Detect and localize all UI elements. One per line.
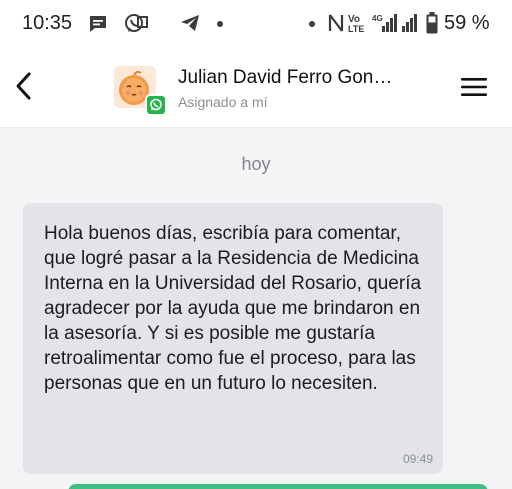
whatsapp-channel-badge: [145, 94, 167, 116]
hamburger-menu-icon: [461, 78, 487, 96]
battery-icon: [426, 12, 438, 34]
volte-icon: Vo LTE: [348, 14, 364, 34]
telegram-icon: [181, 15, 199, 31]
status-bar: 10:35 Vo LTE 4G 59 %: [0, 0, 512, 48]
message-icon: [90, 16, 106, 32]
date-divider: hoy: [241, 154, 271, 174]
signal-icon: 4G: [372, 14, 417, 32]
dot-icon: [217, 21, 223, 27]
message-timestamp: 09:49: [402, 452, 433, 466]
whatsapp-icon: [125, 14, 148, 32]
nfc-icon: [328, 14, 344, 32]
back-button[interactable]: [8, 66, 38, 106]
status-time: 10:35: [22, 12, 73, 34]
menu-button[interactable]: [456, 70, 492, 104]
assigned-status: Asignado a mí: [178, 94, 268, 110]
battery-percentage: 59 %: [444, 12, 490, 34]
chevron-left-icon: [16, 72, 31, 100]
svg-text:LTE: LTE: [348, 24, 364, 34]
message-text: Hola buenos días, escribía para comentar…: [44, 223, 422, 394]
dot-icon: [309, 21, 315, 27]
conversation-header: Julian David Ferro Gon… Asignado a mí: [0, 48, 512, 128]
svg-text:4G: 4G: [372, 14, 383, 23]
outgoing-message-bubble[interactable]: [68, 484, 488, 489]
whatsapp-icon: [150, 98, 162, 111]
contact-name[interactable]: Julian David Ferro Gon…: [178, 67, 398, 89]
incoming-message-bubble[interactable]: Hola buenos días, escribía para comentar…: [23, 203, 443, 474]
